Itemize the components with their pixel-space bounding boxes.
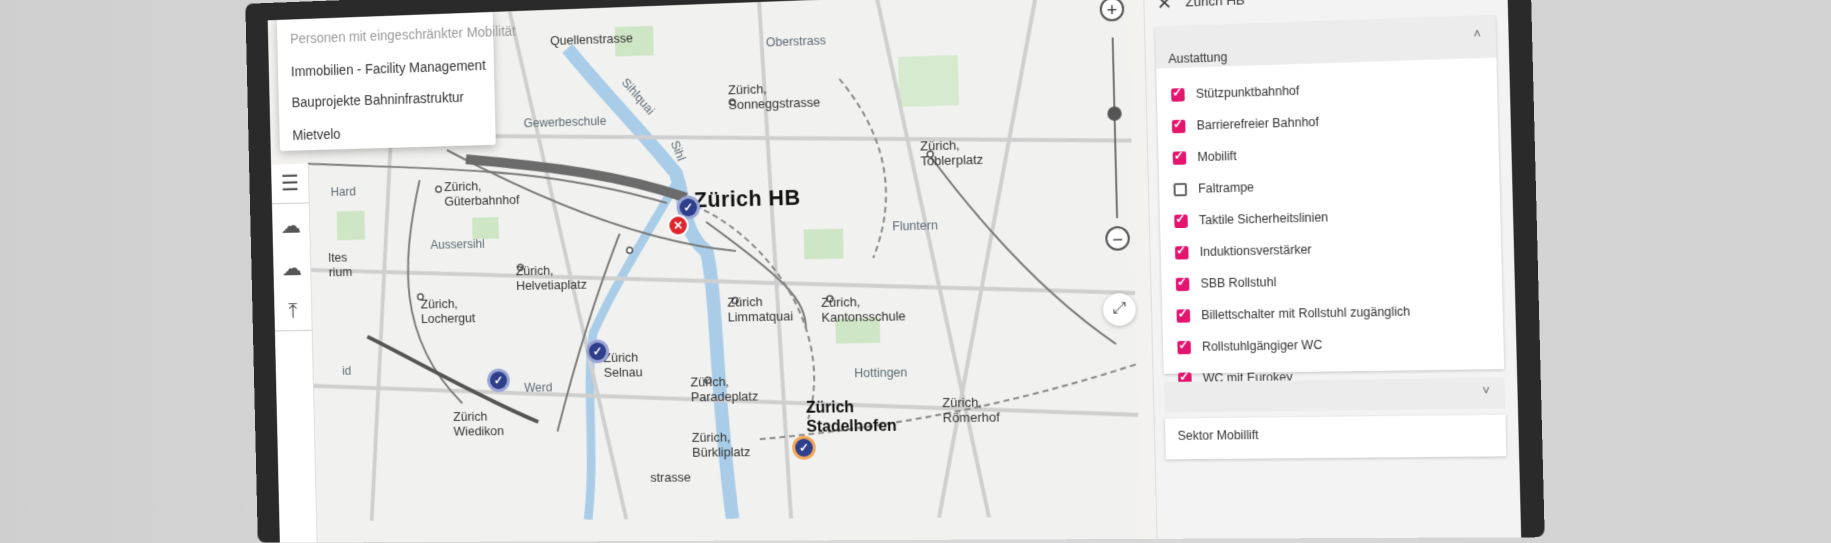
- equipment-row[interactable]: Stützpunktbahnhof: [1171, 83, 1299, 106]
- equipment-label: Induktionsverstärker: [1199, 242, 1312, 260]
- layer-dropdown-menu: Personen mit eingeschränkter Mobilität I…: [276, 9, 516, 152]
- list-icon[interactable]: ☰: [277, 170, 303, 198]
- checkbox[interactable]: [1173, 182, 1188, 197]
- map-label: Gewerbeschule: [523, 114, 607, 131]
- park-area: [898, 54, 960, 108]
- zoom-track[interactable]: [1111, 37, 1119, 219]
- map-label: Zürich, Güterbahnhof: [443, 178, 520, 209]
- menu-item-mobility: Personen mit eingeschränkter Mobilität: [290, 22, 516, 47]
- toolbar-divider: [271, 202, 309, 205]
- checkbox[interactable]: [1174, 214, 1188, 229]
- checkbox[interactable]: [1177, 340, 1191, 355]
- cloud-upload-icon[interactable]: ☁: [279, 255, 305, 283]
- equipment-row[interactable]: Faltrampe: [1173, 180, 1254, 201]
- map-label: Aussersihl: [430, 236, 485, 252]
- map-label: Zürich Selnau: [603, 349, 643, 380]
- equipment-row[interactable]: Billettschalter mit Rollstuhl zugänglich: [1176, 304, 1410, 327]
- map-label: id: [342, 364, 352, 378]
- section-sektor-mobillift[interactable]: Sektor Mobillift: [1164, 414, 1507, 460]
- map-label: ltes rium: [328, 249, 353, 280]
- park-area: [472, 217, 499, 240]
- section-title: Austattung: [1168, 49, 1228, 67]
- map-label: Zürich Wiedikon: [453, 408, 505, 439]
- device-frame: Quellenstrasse Oberstrass Zürich, Sonneg…: [245, 0, 1545, 543]
- section-austattung: ˄ Austattung Stützpunktbahnhof Barrierefr…: [1155, 16, 1505, 386]
- park-area: [336, 210, 366, 241]
- menu-item-mietvelo[interactable]: Mietvelo: [292, 126, 340, 143]
- map-label: Zürich, Toblerplatz: [919, 137, 984, 169]
- park-area: [803, 228, 844, 260]
- menu-item-facility[interactable]: Immobilien - Facility Management: [291, 57, 486, 79]
- equipment-label: Stützpunktbahnhof: [1195, 83, 1300, 101]
- map-label: Zürich Limmatquai: [727, 294, 794, 325]
- equipment-row[interactable]: Taktile Sicherheitslinien: [1174, 210, 1328, 233]
- app-screen: Quellenstrasse Oberstrass Zürich, Sonneg…: [267, 0, 1522, 543]
- close-icon[interactable]: ✕: [1156, 0, 1172, 15]
- menu-item-bauprojekte[interactable]: Bauprojekte Bahninfrastruktur: [291, 89, 463, 110]
- map-label: Oberstrass: [765, 33, 826, 50]
- map-label: Hard: [330, 184, 356, 199]
- map-label: Zürich, Bürkliplatz: [691, 429, 751, 460]
- station-detail-panel: ✕ Zürich HB ˄ Austattung Stützpunktbahnh…: [1143, 0, 1522, 539]
- rail-tunnel: [839, 77, 887, 258]
- equipment-row[interactable]: SBB Rollstuhl: [1175, 275, 1276, 296]
- checkbox[interactable]: [1171, 119, 1186, 134]
- toolbar-divider: [274, 329, 312, 332]
- equipment-label: Mobilift: [1197, 148, 1237, 165]
- map-label: strasse: [650, 469, 691, 485]
- upload-top-icon[interactable]: ⤒: [280, 297, 306, 325]
- zoom-control: + −: [1097, 0, 1134, 251]
- map-label: Fluntern: [892, 218, 938, 234]
- equipment-row[interactable]: Barrierefreier Bahnhof: [1171, 115, 1319, 138]
- chevron-up-icon[interactable]: ˄: [1473, 27, 1481, 42]
- map-label: Werd: [524, 380, 553, 395]
- map-label: Hottingen: [854, 365, 908, 381]
- station-marker-wiedikon[interactable]: ✓: [489, 371, 508, 390]
- station-label-hb: Zürich HB: [693, 184, 801, 213]
- station-marker-stadelhofen[interactable]: ✓: [794, 438, 814, 457]
- equipment-label: Rollstuhlgängiger WC: [1201, 337, 1323, 354]
- section-collapsed-header[interactable]: ˅: [1163, 377, 1506, 413]
- checkbox[interactable]: [1176, 309, 1191, 323]
- map-label: Zürich, Helvetiaplatz: [515, 262, 587, 293]
- map-label: Zürich, Kantonsschule: [820, 294, 906, 325]
- equipment-row[interactable]: Rollstuhlgängiger WC: [1177, 338, 1322, 359]
- cloud-download-icon[interactable]: ☁: [278, 212, 304, 240]
- equipment-row[interactable]: Induktionsverstärker: [1174, 242, 1312, 264]
- equipment-label: SBB Rollstuhl: [1200, 274, 1277, 291]
- zoom-out-button[interactable]: −: [1105, 225, 1131, 251]
- map-label: Zürich, Lochergut: [420, 296, 476, 326]
- equipment-label: Barrierefreier Bahnhof: [1196, 114, 1320, 133]
- equipment-label: Billettschalter mit Rollstuhl zugänglich: [1201, 304, 1411, 323]
- map-label: Zürich, Sonneggstrasse: [727, 81, 821, 113]
- checkbox[interactable]: [1175, 277, 1190, 292]
- map-label: Zürich, Paradeplatz: [690, 374, 759, 405]
- panel-title: Zürich HB: [1185, 0, 1246, 10]
- map-label: Quellenstrasse: [549, 30, 634, 49]
- section-title: Sektor Mobillift: [1177, 427, 1259, 443]
- equipment-label: Taktile Sicherheitslinien: [1198, 210, 1329, 228]
- checkbox[interactable]: [1171, 88, 1185, 102]
- map-label: Zürich, Römerhof: [942, 394, 1000, 426]
- equipment-label: Faltrampe: [1198, 180, 1255, 196]
- equipment-row[interactable]: Mobilift: [1172, 149, 1237, 170]
- checkbox[interactable]: [1172, 151, 1187, 165]
- chevron-down-icon[interactable]: ˅: [1482, 384, 1490, 399]
- checkbox[interactable]: [1174, 246, 1189, 260]
- station-label-stadelhofen: Zürich Stadelhofen: [805, 399, 897, 436]
- zoom-slider-handle[interactable]: [1107, 106, 1122, 121]
- zoom-in-button[interactable]: +: [1099, 0, 1125, 22]
